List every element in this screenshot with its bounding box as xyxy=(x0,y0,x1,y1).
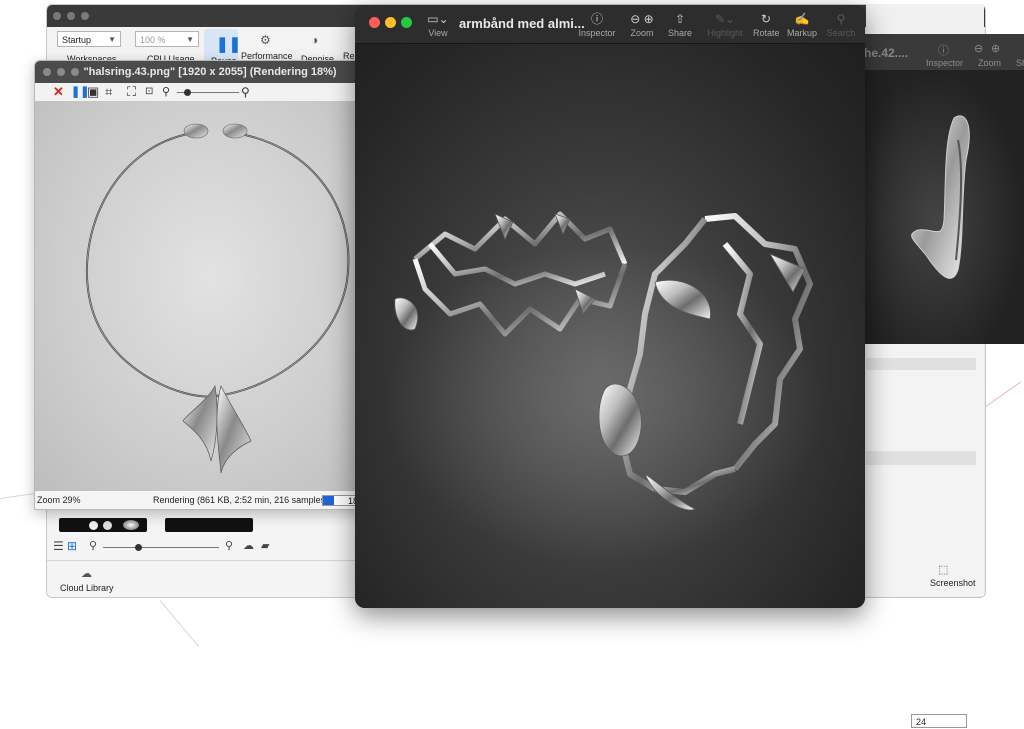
screenshot-button[interactable]: Screenshot xyxy=(930,578,976,588)
preview-image-area xyxy=(355,44,865,608)
cpu-usage-select[interactable]: 100 % ▼ xyxy=(135,31,199,47)
preview-secondary-image xyxy=(846,70,1024,344)
search-button[interactable]: ⚲ Search xyxy=(825,11,857,38)
minimize-button[interactable] xyxy=(67,12,75,20)
zoom-button[interactable] xyxy=(81,12,89,20)
cloud-library-icon: ☁ xyxy=(81,568,92,580)
render-window: "halsring.43.png" [1920 x 2055] (Renderi… xyxy=(34,60,386,510)
chevron-down-icon: ▼ xyxy=(108,35,116,44)
zoom-icons: ⊖ ⊕ xyxy=(630,12,654,26)
number-input-value: 24 xyxy=(916,717,927,727)
actual-size-icon[interactable]: ⊡ xyxy=(145,84,153,100)
library-panel: ☰ ⊞ ⚲ ⚲ ☁ ▰ ☁ Cloud Library xyxy=(47,510,357,597)
screenshot-icon: ⬚ xyxy=(938,564,949,576)
rotate-button[interactable]: ↻ Rotate xyxy=(753,11,780,38)
fit-icon[interactable]: ⛶ xyxy=(127,84,136,100)
render-window-title: "halsring.43.png" [1920 x 2055] (Renderi… xyxy=(83,66,337,78)
search-label: Search xyxy=(826,28,856,38)
zoom-button[interactable] xyxy=(71,68,79,76)
highlight-button[interactable]: ✎⌄ Highlight xyxy=(707,11,743,38)
render-window-titlebar: "halsring.43.png" [1920 x 2055] (Renderi… xyxy=(35,61,385,83)
list-view-icon[interactable]: ☰ xyxy=(53,539,64,553)
share-icon: ⇧ xyxy=(674,12,686,26)
minimize-button[interactable] xyxy=(385,17,396,28)
pause-icon: ❚❚ xyxy=(216,36,242,53)
highlight-label: Highlight xyxy=(707,28,743,38)
close-button[interactable] xyxy=(369,17,380,28)
preview-secondary-titlebar: he.42.... ⓘ Inspector ⊖ ⊕ Zoom Sh xyxy=(846,34,1024,70)
zoom-in-icon[interactable]: ⚲ xyxy=(225,539,233,552)
inspector-label: Inspector xyxy=(578,28,616,38)
render-progress-fill xyxy=(323,496,334,505)
view-button[interactable]: ▭⌄ View xyxy=(425,11,451,38)
save-icon[interactable]: ▣ xyxy=(87,84,99,100)
zoom-out-icon: ⊖ xyxy=(974,43,984,55)
workspace-select-value: Startup xyxy=(62,35,92,45)
close-button[interactable] xyxy=(43,68,51,76)
render-toolbar: ✕ ❚❚ ▣ ⌗ ⛶ ⊡ ⚲ ⚲ xyxy=(35,83,385,102)
crop-icon[interactable]: ⌗ xyxy=(105,84,112,100)
inspector-icon: ⓘ xyxy=(938,45,949,57)
zoom-out-icon[interactable]: ⚲ xyxy=(89,539,97,552)
markup-icon: ✍ xyxy=(794,12,810,26)
preview-titlebar: ▭⌄ View armbånd med almi... ⓘ Inspector … xyxy=(355,5,865,44)
properties-panel: 24 ⬚ Screenshot xyxy=(866,344,984,728)
zoom-button[interactable]: Zoom xyxy=(978,58,1001,68)
sidebar-icon: ▭⌄ xyxy=(427,12,449,26)
cpu-usage-value: 100 % xyxy=(140,35,166,45)
cloud-upload-icon[interactable]: ☁ xyxy=(243,539,254,552)
inspector-icon: ⓘ xyxy=(590,12,603,26)
workspace-select[interactable]: Startup ▼ xyxy=(57,31,121,47)
document-title: armbånd med almi... xyxy=(459,16,585,31)
library-thumbnail[interactable] xyxy=(165,518,253,532)
library-thumbnail[interactable] xyxy=(59,518,147,532)
zoom-button[interactable] xyxy=(401,17,412,28)
rotate-label: Rotate xyxy=(753,28,780,38)
share-button[interactable]: Sh xyxy=(1016,58,1024,68)
folder-icon[interactable]: ▰ xyxy=(261,539,269,552)
bracelets-render-image xyxy=(385,211,825,564)
render-statusbar: Zoom 29% Rendering (861 KB, 2:52 min, 21… xyxy=(35,491,385,509)
performance-icon: ⚙ xyxy=(260,33,271,47)
highlight-icon: ✎⌄ xyxy=(714,12,736,26)
preview-window-secondary: he.42.... ⓘ Inspector ⊖ ⊕ Zoom Sh xyxy=(846,34,1024,344)
share-button[interactable]: ⇧ Share xyxy=(665,11,695,38)
inspector-button[interactable]: Inspector xyxy=(926,58,963,68)
thumbnail-size-slider[interactable] xyxy=(103,547,219,548)
render-viewport xyxy=(35,101,385,491)
necklace-render-image xyxy=(85,123,350,474)
inspector-button[interactable]: ⓘ Inspector xyxy=(577,11,617,38)
preview-window: ▭⌄ View armbånd med almi... ⓘ Inspector … xyxy=(355,5,865,608)
zoom-slider-knob[interactable] xyxy=(184,89,191,96)
zoom-controls[interactable]: ⊖ ⊕ Zoom xyxy=(624,11,660,38)
zoom-out-icon[interactable]: ⚲ xyxy=(162,84,170,100)
zoom-in-icon[interactable]: ⚲ xyxy=(241,84,250,100)
markup-label: Markup xyxy=(787,28,818,38)
share-label: Share xyxy=(667,28,693,38)
preview-secondary-title: he.42.... xyxy=(864,46,909,60)
number-input[interactable]: 24 xyxy=(911,714,967,728)
background-line xyxy=(159,600,199,647)
view-label: View xyxy=(428,28,448,38)
grid-view-icon[interactable]: ⊞ xyxy=(67,539,77,553)
cloud-library-button[interactable]: Cloud Library xyxy=(60,583,114,593)
stop-icon[interactable]: ✕ xyxy=(53,84,64,100)
jewelry-render-image xyxy=(911,115,970,279)
minimize-button[interactable] xyxy=(57,68,65,76)
markup-button[interactable]: ✍ Markup xyxy=(787,11,817,38)
zoom-in-icon: ⊕ xyxy=(991,43,1001,55)
zoom-level: Zoom 29% xyxy=(37,495,81,505)
denoise-icon: ◑ xyxy=(311,33,319,47)
zoom-label: Zoom xyxy=(630,28,654,38)
rotate-icon: ↻ xyxy=(760,12,772,26)
close-button[interactable] xyxy=(53,12,61,20)
search-icon: ⚲ xyxy=(836,12,846,26)
slider-knob[interactable] xyxy=(135,544,142,551)
chevron-down-icon: ▼ xyxy=(186,35,194,44)
render-info: Rendering (861 KB, 2:52 min, 216 samples… xyxy=(153,495,329,505)
